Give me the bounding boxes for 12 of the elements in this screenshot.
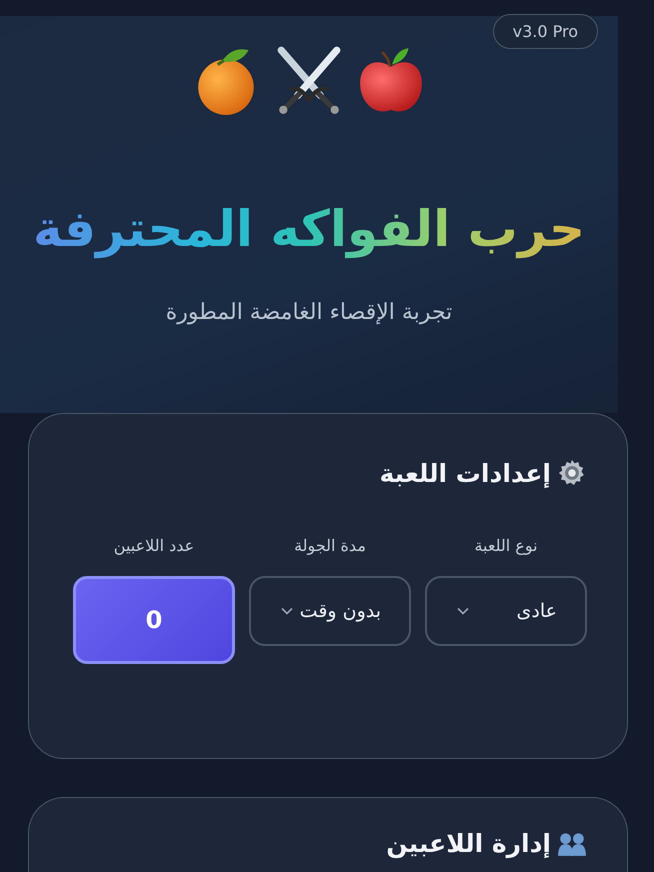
version-badge: v3.0 Pro (492, 14, 598, 49)
players-title: إدارة اللاعبين (386, 828, 551, 858)
game-subtitle: تجربة الإقصاء الغامضة المطورة (166, 300, 452, 325)
player-count-field[interactable]: 0 (73, 576, 235, 664)
field-label: نوع اللعبة (474, 536, 538, 555)
dropdown[interactable]: بدون وقت (249, 576, 411, 646)
settings-title: إعدادات اللعبة (379, 458, 551, 488)
chevron-down-icon (457, 607, 469, 615)
dropdown[interactable]: عادى (425, 576, 587, 646)
chevron-down-icon (281, 607, 293, 615)
field-label: مدة الجولة (294, 536, 366, 555)
field-label: عدد اللاعبين (114, 536, 194, 555)
